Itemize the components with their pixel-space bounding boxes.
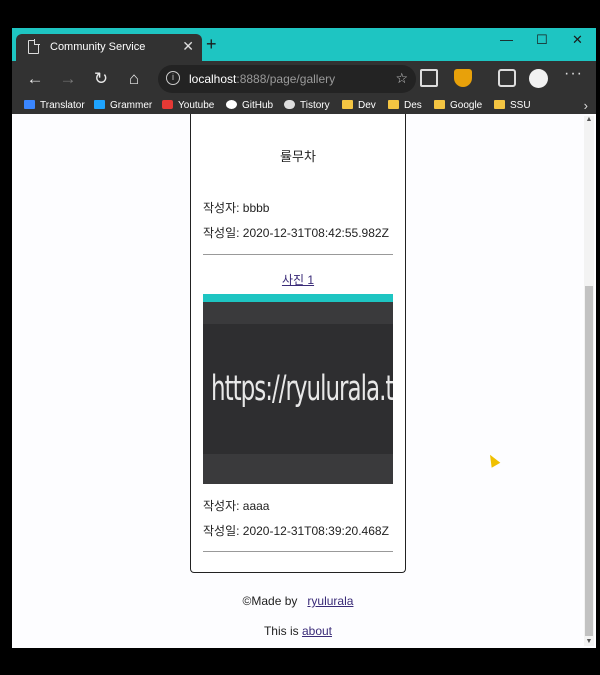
github-icon [226, 100, 237, 109]
collections-icon[interactable] [498, 69, 516, 87]
toolbar: ← → ↻ ⌂ i localhost:8888/page/gallery ☆ … [12, 61, 596, 98]
scroll-up-icon[interactable]: ▲ [585, 116, 593, 124]
title-bar: Community Service ✕ + — ☐ ✕ [12, 28, 596, 61]
bookmark-label: GitHub [242, 100, 274, 111]
photo-link[interactable]: 사진 1 [191, 271, 405, 288]
bookmarks-bar: Translator Grammer Youtube GitHub Tistor… [12, 98, 596, 114]
more-options-icon[interactable]: ··· [564, 65, 583, 83]
home-icon[interactable]: ⌂ [123, 68, 145, 90]
folder-icon [388, 100, 399, 109]
made-by-text: ©Made by [242, 594, 298, 608]
photo-text: https://ryulurala.tistory.com [211, 370, 393, 409]
forward-icon[interactable]: → [57, 68, 79, 90]
bookmark-tistory[interactable]: Tistory [284, 98, 330, 114]
footer-credit: ©Made by ryulurala [12, 594, 584, 608]
post-date: 작성일: 2020-12-31T08:39:20.468Z [203, 524, 389, 538]
mouse-cursor-icon [485, 452, 501, 468]
bookmark-label: Translator [40, 100, 85, 111]
favorite-star-icon[interactable]: ☆ [395, 70, 408, 87]
post-author: 작성자: bbbb [203, 201, 270, 215]
browser-tab[interactable]: Community Service ✕ [16, 34, 202, 61]
about-link[interactable]: about [302, 624, 332, 638]
post-author: 작성자: aaaa [203, 499, 270, 513]
bookmark-des[interactable]: Des [388, 98, 422, 114]
address-bar[interactable]: i localhost:8888/page/gallery ☆ [158, 65, 416, 93]
photo-teal-strip [203, 294, 393, 302]
bookmark-grammer[interactable]: Grammer [94, 98, 152, 114]
gallery-card: 률무차 작성자: bbbb 작성일: 2020-12-31T08:42:55.9… [190, 114, 406, 573]
divider [203, 551, 393, 552]
bookmark-google[interactable]: Google [434, 98, 482, 114]
folder-icon [494, 100, 505, 109]
url-path: :8888/page/gallery [236, 72, 336, 86]
shield-extension-icon[interactable] [454, 69, 472, 87]
chevron-right-icon[interactable]: › [584, 98, 588, 113]
new-tab-button[interactable]: + [206, 34, 217, 55]
bookmark-label: Dev [358, 100, 376, 111]
post-title: 률무차 [280, 149, 316, 164]
url-host: localhost [189, 72, 237, 86]
bookmark-ssu[interactable]: SSU [494, 98, 531, 114]
divider [203, 254, 393, 255]
tab-close-icon[interactable]: ✕ [182, 38, 194, 55]
scrollbar-thumb[interactable] [585, 286, 593, 636]
url-text: localhost:8888/page/gallery [189, 72, 335, 86]
footer-about: This is about [12, 624, 584, 638]
refresh-icon[interactable]: ↻ [90, 68, 112, 90]
gallery-photo[interactable]: https://ryulurala.tistory.com [203, 294, 393, 484]
bookmark-translator[interactable]: Translator [24, 98, 85, 114]
folder-icon [434, 100, 445, 109]
tab-title: Community Service [50, 41, 146, 53]
minimize-button[interactable]: — [500, 32, 513, 47]
this-is-text: This is [263, 624, 299, 638]
browser-window: Community Service ✕ + — ☐ ✕ ← → ↻ ⌂ i lo… [12, 28, 596, 648]
profile-avatar[interactable] [529, 69, 548, 88]
bookmark-label: Des [404, 100, 422, 111]
qr-extension-icon[interactable] [420, 69, 438, 87]
scroll-down-icon[interactable]: ▼ [585, 638, 593, 646]
youtube-icon [162, 100, 173, 109]
close-window-button[interactable]: ✕ [572, 32, 583, 48]
bookmark-label: SSU [510, 100, 531, 111]
bookmark-youtube[interactable]: Youtube [162, 98, 214, 114]
bookmark-github[interactable]: GitHub [226, 98, 273, 114]
page-viewport: 률무차 작성자: bbbb 작성일: 2020-12-31T08:42:55.9… [12, 114, 596, 648]
author-link[interactable]: ryulurala [307, 594, 353, 608]
cloud-icon [284, 100, 295, 109]
bookmark-label: Grammer [110, 100, 153, 111]
photo-band [203, 302, 393, 324]
back-icon[interactable]: ← [24, 68, 46, 90]
grammarly-icon [94, 100, 105, 109]
translator-icon [24, 100, 35, 109]
site-info-icon[interactable]: i [166, 71, 180, 85]
photo-band-bottom [203, 454, 393, 484]
bookmark-label: Youtube [178, 100, 215, 111]
folder-icon [342, 100, 353, 109]
page-icon [28, 39, 40, 54]
bookmark-label: Tistory [300, 100, 330, 111]
bookmark-dev[interactable]: Dev [342, 98, 376, 114]
post-date: 작성일: 2020-12-31T08:42:55.982Z [203, 226, 389, 240]
bookmark-label: Google [450, 100, 483, 111]
maximize-button[interactable]: ☐ [536, 32, 548, 48]
scrollbar[interactable]: ▲ ▼ [584, 116, 594, 646]
